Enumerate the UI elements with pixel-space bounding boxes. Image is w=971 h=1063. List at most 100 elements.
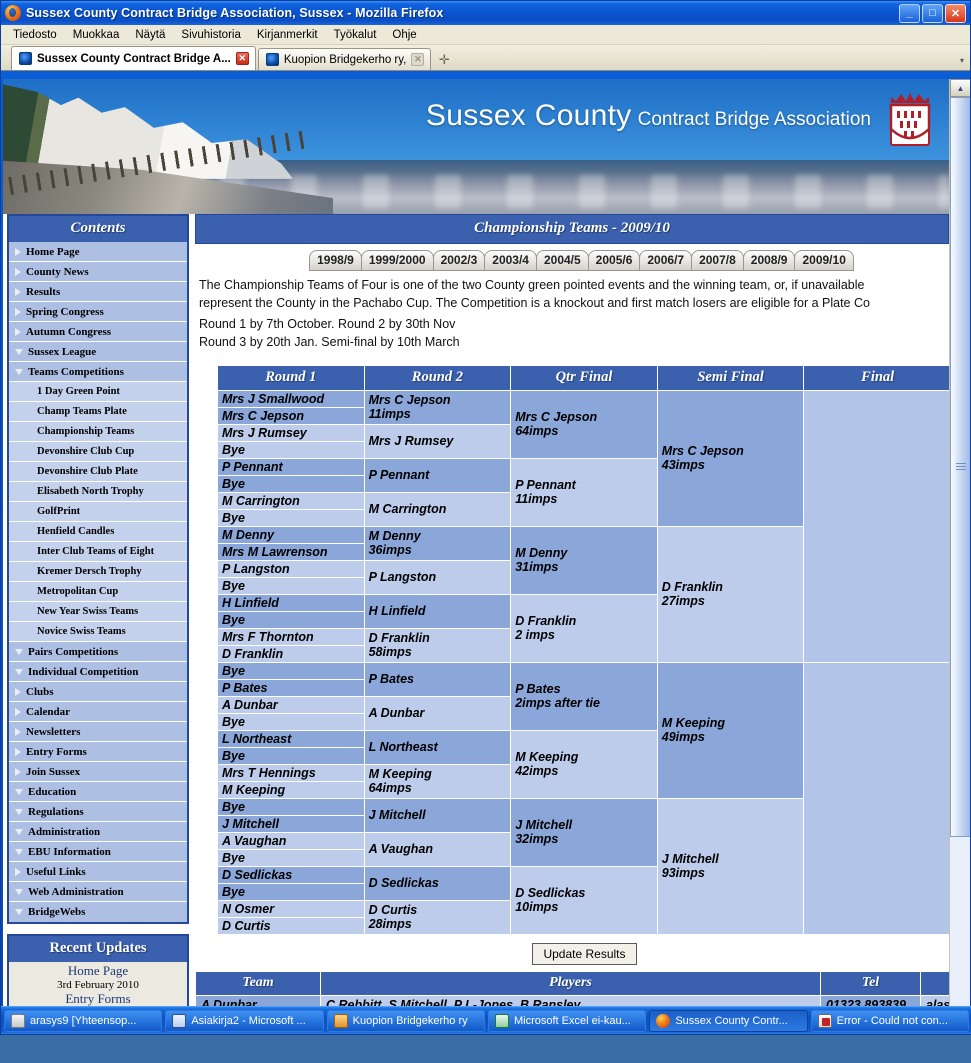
sidebar-item-bridgewebs[interactable]: BridgeWebs	[9, 902, 187, 922]
tab-sussex-county[interactable]: Sussex County Contract Bridge A... ✕	[11, 46, 256, 70]
sidebar-item-label: Administration	[28, 825, 101, 838]
sidebar-item-1-day-green-point[interactable]: 1 Day Green Point	[9, 382, 187, 402]
taskbar-item-arasys[interactable]: arasys9 [Yhteensop...	[4, 1009, 163, 1032]
sidebar-item-education[interactable]: Education	[9, 782, 187, 802]
year-tab-2002-3[interactable]: 2002/3	[432, 250, 486, 271]
year-tab-2003-4[interactable]: 2003/4	[484, 250, 537, 271]
round1-entry: P Pennant	[217, 457, 365, 476]
year-tab-1999-2000[interactable]: 1999/2000	[360, 250, 434, 271]
close-button[interactable]: ✕	[945, 3, 966, 23]
taskbar-label: Asiakirja2 - Microsoft ...	[191, 1014, 306, 1027]
competitor-name: A Dunbar	[368, 706, 425, 720]
sidebar-item-regulations[interactable]: Regulations	[9, 802, 187, 822]
sidebar-item-kremer-dersch-trophy[interactable]: Kremer Dersch Trophy	[9, 562, 187, 582]
update-results-button[interactable]: Update Results	[532, 942, 637, 965]
taskbar-item-kuopion[interactable]: Kuopion Bridgekerho ry	[326, 1009, 485, 1032]
sidebar-item-results[interactable]: Results	[9, 282, 187, 302]
competitor-name: M Keeping	[368, 767, 432, 781]
maximize-button[interactable]: □	[922, 3, 943, 23]
tabstrip-spacer	[455, 45, 954, 70]
page-vertical-scrollbar[interactable]: ▲ ▼	[949, 79, 970, 1034]
sidebar-item-sussex-league[interactable]: Sussex League	[9, 342, 187, 362]
sidebar-item-new-year-swiss-teams[interactable]: New Year Swiss Teams	[9, 602, 187, 622]
competitor-name: J Mitchell	[661, 852, 719, 866]
sidebar-item-spring-congress[interactable]: Spring Congress	[9, 302, 187, 322]
taskbar-item-sussex[interactable]: Sussex County Contr...	[649, 1009, 808, 1032]
sidebar-item-clubs[interactable]: Clubs	[9, 682, 187, 702]
menu-nayta[interactable]: Näytä	[127, 27, 173, 43]
sidebar-item-entry-forms[interactable]: Entry Forms	[9, 742, 187, 762]
competitor-name: P Pennant	[515, 478, 576, 492]
sidebar-item-autumn-congress[interactable]: Autumn Congress	[9, 322, 187, 342]
menu-kirjanmerkit[interactable]: Kirjanmerkit	[249, 27, 326, 43]
sidebar-item-useful-links[interactable]: Useful Links	[9, 862, 187, 882]
round2-entry: J Mitchell	[363, 797, 512, 833]
match-score: 58imps	[368, 645, 412, 659]
taskbar-item-error[interactable]: Error - Could not con...	[810, 1009, 969, 1032]
sidebar-item-henfield-candles[interactable]: Henfield Candles	[9, 522, 187, 542]
sidebar-item-teams-competitions[interactable]: Teams Competitions	[9, 362, 187, 382]
recent-update-link[interactable]: Home Page	[11, 963, 185, 979]
scroll-thumb[interactable]	[950, 97, 970, 837]
year-tab-2009-10[interactable]: 2009/10	[794, 250, 854, 271]
sidebar-item-label: Spring Congress	[26, 305, 104, 318]
round1-entry: A Dunbar	[217, 695, 365, 714]
tab-list-chevron-down-icon[interactable]: ▾	[954, 50, 970, 70]
sidebar-item-join-sussex[interactable]: Join Sussex	[9, 762, 187, 782]
sidebar-item-individual-competition[interactable]: Individual Competition	[9, 662, 187, 682]
menu-muokkaa[interactable]: Muokkaa	[65, 27, 128, 43]
page-viewport: Sussex County Contract Bridge Association	[3, 79, 949, 1034]
final-entry	[803, 661, 949, 935]
year-tab-1998-9[interactable]: 1998/9	[309, 250, 362, 271]
menu-ohje[interactable]: Ohje	[384, 27, 424, 43]
tab-close-icon[interactable]: ✕	[235, 52, 249, 65]
year-tab-2007-8[interactable]: 2007/8	[691, 250, 744, 271]
round1-entry: L Northeast	[217, 729, 365, 748]
tab-close-icon[interactable]: ✕	[411, 53, 425, 66]
scroll-track[interactable]	[950, 97, 970, 1016]
round1-entry: Mrs M Lawrenson	[217, 542, 365, 561]
year-tab-2008-9[interactable]: 2008/9	[742, 250, 796, 271]
taskbar-label: Sussex County Contr...	[675, 1014, 788, 1027]
menu-tiedosto[interactable]: Tiedosto	[5, 27, 65, 43]
taskbar-item-asiakirja[interactable]: Asiakirja2 - Microsoft ...	[165, 1009, 324, 1032]
sidebar-item-administration[interactable]: Administration	[9, 822, 187, 842]
sidebar-item-golfprint[interactable]: GolfPrint	[9, 502, 187, 522]
sidebar-item-elisabeth-north-trophy[interactable]: Elisabeth North Trophy	[9, 482, 187, 502]
arrow-right-icon	[15, 307, 21, 316]
semi-final-entry: D Franklin 27imps	[656, 525, 805, 663]
sidebar-item-home-page[interactable]: Home Page	[9, 242, 187, 262]
sidebar-item-champ-teams-plate[interactable]: Champ Teams Plate	[9, 402, 187, 422]
year-tab-2006-7[interactable]: 2006/7	[639, 250, 693, 271]
year-tab-2005-6[interactable]: 2005/6	[587, 250, 641, 271]
menu-sivuhistoria[interactable]: Sivuhistoria	[173, 27, 248, 43]
scroll-up-button[interactable]: ▲	[950, 79, 970, 97]
sidebar-item-devonshire-club-cup[interactable]: Devonshire Club Cup	[9, 442, 187, 462]
minimize-button[interactable]: _	[899, 3, 920, 23]
sidebar-item-label: New Year Swiss Teams	[37, 606, 139, 617]
sidebar-item-pairs-competitions[interactable]: Pairs Competitions	[9, 642, 187, 662]
taskbar-item-excel[interactable]: Microsoft Excel ei-kau...	[487, 1009, 647, 1032]
sidebar-item-label: Useful Links	[26, 865, 86, 878]
sidebar-item-devonshire-club-plate[interactable]: Devonshire Club Plate	[9, 462, 187, 482]
taskbar-label: Microsoft Excel ei-kau...	[513, 1014, 631, 1027]
year-tab-2004-5[interactable]: 2004/5	[535, 250, 589, 271]
sidebar-item-newsletters[interactable]: Newsletters	[9, 722, 187, 742]
competitor-name: M Denny	[515, 546, 568, 560]
menu-tyokalut[interactable]: Työkalut	[326, 27, 385, 43]
sidebar-item-web-administration[interactable]: Web Administration	[9, 882, 187, 902]
banner-title-sub: Contract Bridge Association	[637, 109, 871, 130]
sidebar-item-metropolitan-cup[interactable]: Metropolitan Cup	[9, 582, 187, 602]
new-tab-button[interactable]: ✛	[433, 50, 455, 70]
tab-kuopion-bridgekerho[interactable]: Kuopion Bridgekerho ry, ✕	[257, 48, 432, 70]
round1-entry: H Linfield	[217, 593, 365, 612]
sidebar-item-calendar[interactable]: Calendar	[9, 702, 187, 722]
recent-update-link[interactable]: Entry Forms	[11, 991, 185, 1007]
sidebar-item-novice-swiss-teams[interactable]: Novice Swiss Teams	[9, 622, 187, 642]
sidebar-item-inter-club-teams-of-eight[interactable]: Inter Club Teams of Eight	[9, 542, 187, 562]
sidebar-item-championship-teams[interactable]: Championship Teams	[9, 422, 187, 442]
sidebar-item-county-news[interactable]: County News	[9, 262, 187, 282]
sidebar-item-label: County News	[26, 265, 89, 278]
book-icon	[333, 1013, 348, 1028]
sidebar-item-ebu-information[interactable]: EBU Information	[9, 842, 187, 862]
